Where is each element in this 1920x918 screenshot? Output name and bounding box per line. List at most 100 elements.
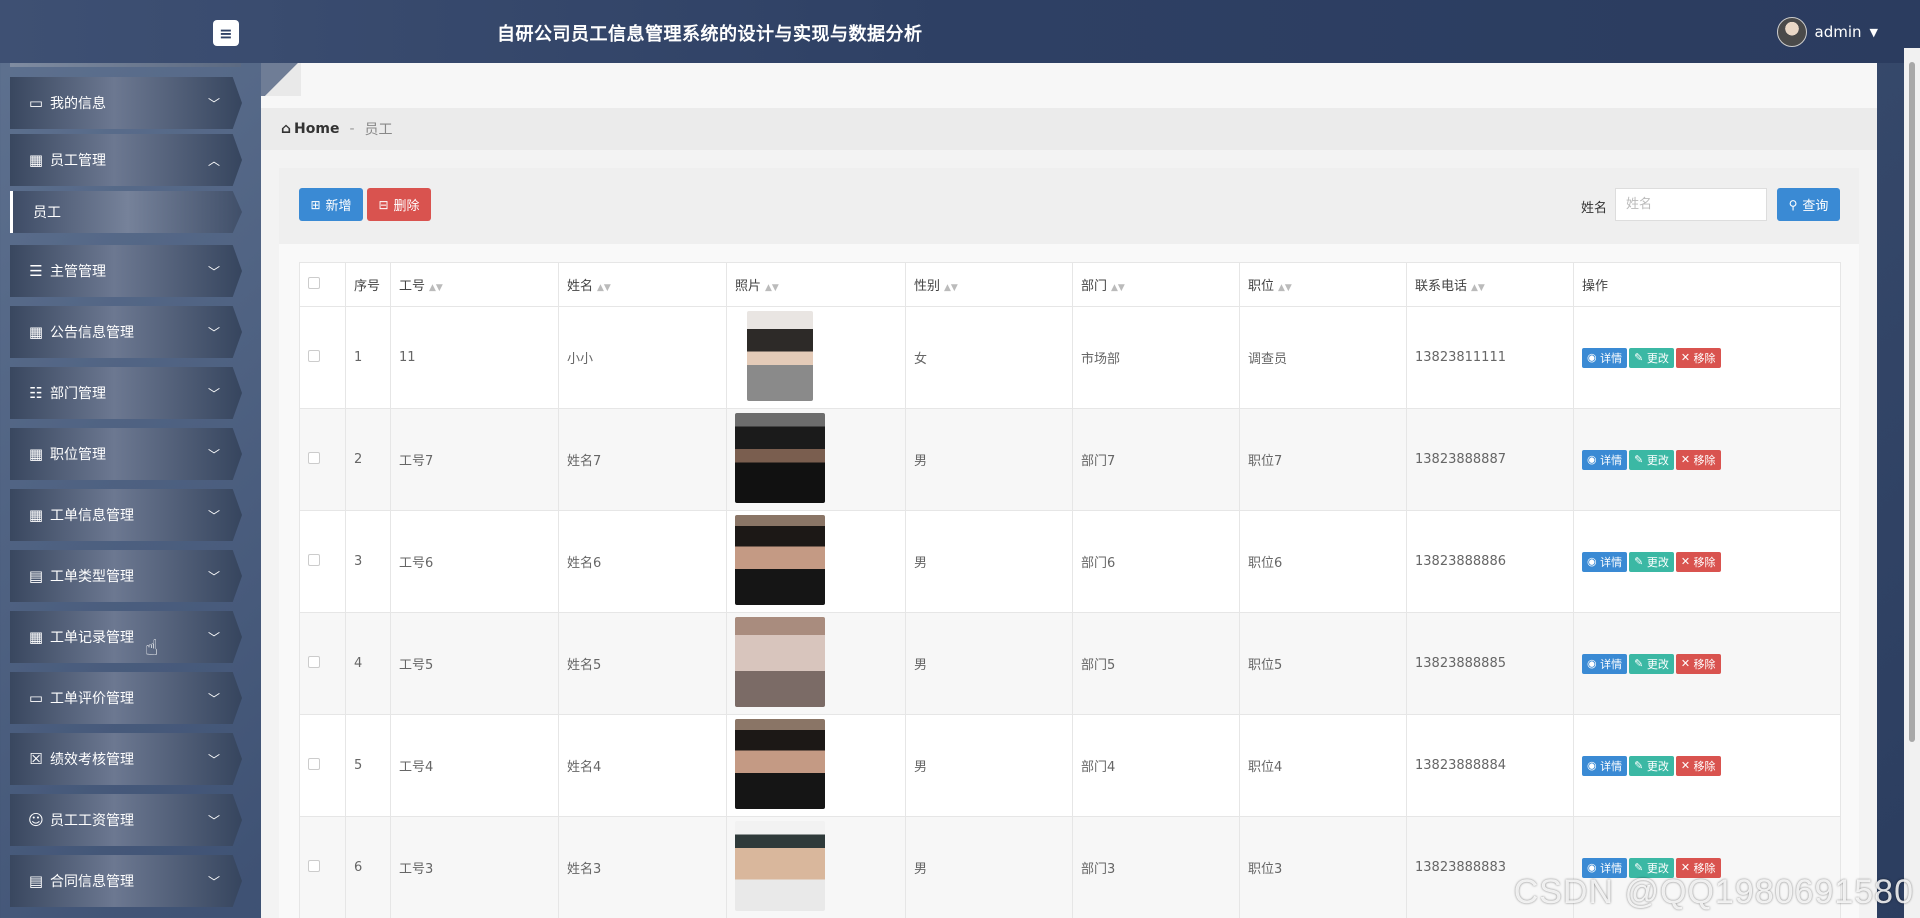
sidebar-item-label: 绩效考核管理: [50, 752, 134, 768]
card-icon: ▭: [28, 94, 44, 112]
row-checkbox[interactable]: [308, 655, 320, 668]
col-header-label: 照片: [735, 279, 762, 294]
remove-button[interactable]: ✕ 移除: [1675, 551, 1721, 572]
cell-actions: ◉ 详情 ✎ 更改 ✕ 移除: [1573, 612, 1841, 715]
row-checkbox[interactable]: [308, 553, 320, 566]
edit-button[interactable]: ✎ 更改: [1629, 347, 1674, 368]
sidebar-item-position-mgmt[interactable]: ▦ 职位管理 ﹀: [10, 428, 242, 480]
employee-photo: [735, 718, 825, 809]
col-header-position[interactable]: 职位 ▲▼: [1239, 262, 1407, 307]
main-content: ⌂ Home - 员工 ⊞ 新增 ⊟ 删除 姓名 ⚲ 查询: [261, 63, 1877, 918]
list-icon: ☰: [29, 262, 43, 280]
detail-button[interactable]: ◉ 详情: [1582, 755, 1628, 776]
sidebar-item-notice-mgmt[interactable]: ▦ 公告信息管理 ﹀: [10, 306, 242, 358]
edit-label: 更改: [1646, 657, 1669, 671]
col-header-phone[interactable]: 联系电话 ▲▼: [1406, 262, 1574, 307]
sidebar-item-department-mgmt[interactable]: ☷ 部门管理 ﹀: [10, 367, 242, 419]
detail-button[interactable]: ◉ 详情: [1582, 449, 1628, 470]
row-checkbox[interactable]: [308, 451, 320, 464]
remove-label: 移除: [1693, 351, 1716, 365]
col-header-emp-id[interactable]: 工号 ▲▼: [390, 262, 559, 307]
edit-button[interactable]: ✎ 更改: [1629, 449, 1674, 470]
sidebar-item-ticket-review-mgmt[interactable]: ▭ 工单评价管理 ﹀: [10, 672, 242, 724]
col-header-photo[interactable]: 照片 ▲▼: [726, 262, 906, 307]
sidebar-item-label: 员工管理: [50, 153, 106, 169]
watermark: CSDN @QQ1980691580: [1513, 873, 1914, 911]
cell-position: 调查员: [1239, 306, 1407, 409]
remove-button[interactable]: ✕ 移除: [1675, 653, 1721, 674]
sidebar-item-employee-mgmt[interactable]: ▦ 员工管理 ︿: [10, 134, 242, 186]
select-all-checkbox[interactable]: [308, 276, 320, 289]
breadcrumb: ⌂ Home - 员工: [261, 108, 1877, 150]
col-header-name[interactable]: 姓名 ▲▼: [558, 262, 727, 307]
close-icon: ✕: [1680, 453, 1691, 466]
delete-button[interactable]: ⊟ 删除: [367, 188, 431, 221]
edit-button[interactable]: ✎ 更改: [1629, 755, 1674, 776]
document-icon: ▤: [28, 872, 44, 890]
sidebar-subitem-label: 员工: [33, 205, 61, 221]
remove-button[interactable]: ✕ 移除: [1675, 755, 1721, 776]
sidebar-item-contract-mgmt[interactable]: ▤ 合同信息管理 ﹀: [10, 855, 242, 907]
grid-icon: ▦: [28, 151, 44, 169]
sidebar-item-salary-mgmt[interactable]: ☺ 员工工资管理 ﹀: [10, 794, 242, 846]
row-select-cell: [299, 612, 346, 715]
row-checkbox[interactable]: [308, 349, 320, 362]
sidebar-item-my-info[interactable]: ▭ 我的信息 ﹀: [10, 77, 242, 129]
col-header-label: 性别: [914, 279, 941, 294]
sidebar-item-label: 工单类型管理: [50, 569, 134, 585]
username: admin: [1814, 23, 1862, 41]
remove-button[interactable]: ✕ 移除: [1675, 449, 1721, 470]
close-icon: ✕: [1680, 351, 1691, 364]
page-curl-decoration: [261, 63, 301, 96]
col-header-dept[interactable]: 部门 ▲▼: [1072, 262, 1240, 307]
scrollbar-thumb[interactable]: [1909, 62, 1915, 742]
cell-gender: 男: [905, 816, 1073, 918]
remove-button[interactable]: ✕ 移除: [1675, 347, 1721, 368]
row-checkbox[interactable]: [308, 757, 320, 770]
user-menu[interactable]: admin ▼: [1776, 17, 1878, 47]
sidebar-item-ticket-record-mgmt[interactable]: ▦ 工单记录管理 ﹀: [10, 611, 242, 663]
eye-icon: ◉: [1587, 759, 1597, 772]
cell-gender: 男: [905, 510, 1073, 613]
search-input[interactable]: [1615, 188, 1767, 221]
table-header-row: 序号 工号 ▲▼ 姓名 ▲▼ 照片 ▲▼ 性别 ▲▼ 部门 ▲▼ 职位 ▲▼ 联系电话 ▲▼ …: [299, 262, 1841, 307]
row-checkbox[interactable]: [308, 859, 320, 872]
chevron-down-icon: ﹀: [207, 630, 220, 645]
sidebar-item-ticket-type-mgmt[interactable]: ▤ 工单类型管理 ﹀: [10, 550, 242, 602]
col-header-label: 姓名: [567, 279, 594, 294]
mouse-cursor-icon: ☝: [145, 636, 159, 661]
cell-gender: 男: [905, 408, 1073, 511]
col-header-gender[interactable]: 性别 ▲▼: [905, 262, 1073, 307]
cell-actions: ◉ 详情 ✎ 更改 ✕ 移除: [1573, 510, 1841, 613]
sidebar-subitem-employee[interactable]: 员工: [10, 191, 242, 233]
employee-photo: [735, 820, 825, 911]
search-button[interactable]: ⚲ 查询: [1777, 188, 1840, 221]
detail-label: 详情: [1600, 759, 1623, 773]
sort-icon: ▲▼: [1471, 283, 1485, 293]
cell-gender: 男: [905, 612, 1073, 715]
sidebar-item-ticket-info-mgmt[interactable]: ▦ 工单信息管理 ﹀: [10, 489, 242, 541]
cell-dept: 部门3: [1072, 816, 1240, 918]
sidebar-item-label: 主管管理: [50, 264, 106, 280]
detail-button[interactable]: ◉ 详情: [1582, 653, 1628, 674]
detail-label: 详情: [1600, 657, 1623, 671]
sidebar-item-performance-mgmt[interactable]: ☒ 绩效考核管理 ﹀: [10, 733, 242, 785]
edit-button[interactable]: ✎ 更改: [1629, 653, 1674, 674]
sidebar-item-label: 工单信息管理: [50, 508, 134, 524]
detail-label: 详情: [1600, 453, 1623, 467]
add-button[interactable]: ⊞ 新增: [299, 188, 363, 221]
edit-button[interactable]: ✎ 更改: [1629, 551, 1674, 572]
cell-phone: 13823811111: [1406, 306, 1574, 409]
grid-icon: ▦: [28, 628, 44, 646]
page-scrollbar[interactable]: [1904, 48, 1920, 918]
remove-label: 移除: [1693, 657, 1716, 671]
menu-toggle-icon[interactable]: ≡: [213, 20, 239, 46]
edit-label: 更改: [1646, 555, 1669, 569]
cell-emp-id: 工号4: [390, 714, 559, 817]
detail-button[interactable]: ◉ 详情: [1582, 347, 1628, 368]
breadcrumb-home[interactable]: ⌂ Home: [281, 121, 339, 137]
sidebar-item-supervisor-mgmt[interactable]: ☰ 主管管理 ﹀: [10, 245, 242, 297]
detail-button[interactable]: ◉ 详情: [1582, 551, 1628, 572]
cell-position: 职位3: [1239, 816, 1407, 918]
chevron-down-icon: ﹀: [207, 447, 220, 462]
